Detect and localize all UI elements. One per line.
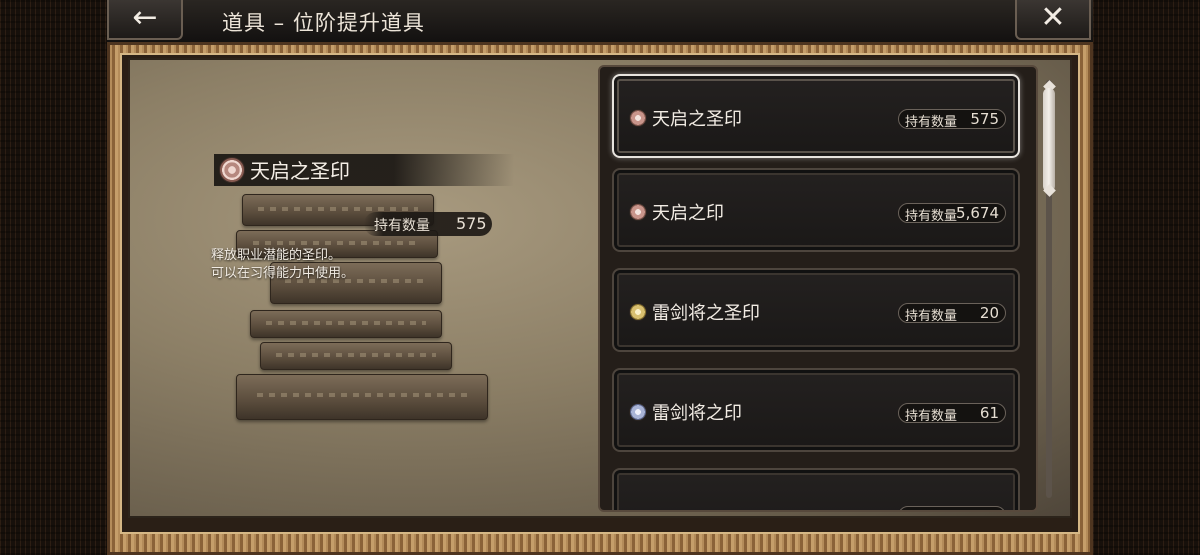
seal-icon: [629, 203, 647, 221]
list-item[interactable]: 天启之圣印 持有数量 575: [612, 74, 1020, 158]
selected-count-label: 持有数量: [374, 218, 430, 234]
count-badge: [898, 506, 1006, 510]
item-list[interactable]: 天启之圣印 持有数量 575 天启之印 持有数量 5,674 雷剑将之圣印 持有…: [598, 65, 1038, 512]
count-badge: 持有数量 575: [898, 109, 1006, 130]
count-badge: 持有数量 5,674: [898, 203, 1006, 224]
selected-item-name: 天启之圣印: [250, 159, 350, 183]
seal-icon: [629, 403, 647, 421]
list-item[interactable]: 雷剑将之圣印 持有数量 20: [612, 268, 1020, 352]
seal-icon: [629, 303, 647, 321]
seal-icon: [219, 157, 245, 183]
count-badge: 持有数量 61: [898, 403, 1006, 424]
back-button[interactable]: ←: [107, 0, 183, 40]
book-pile-illustration: [230, 150, 500, 430]
list-item[interactable]: 雷剑将之印 持有数量 61: [612, 368, 1020, 452]
page-title: 道具 – 位阶提升道具: [222, 11, 425, 35]
count-badge: 持有数量 20: [898, 303, 1006, 324]
list-item[interactable]: 天启之印 持有数量 5,674: [612, 168, 1020, 252]
item-description: 释放职业潜能的圣印。 可以在习得能力中使用。: [211, 248, 355, 281]
close-icon: ✕: [1040, 0, 1066, 35]
seal-icon: [629, 109, 647, 127]
back-arrow-icon: ←: [132, 0, 158, 35]
selected-count-value: 575: [456, 214, 487, 233]
scrollbar-thumb[interactable]: [1043, 88, 1055, 192]
list-item-partial[interactable]: [612, 468, 1020, 510]
close-button[interactable]: ✕: [1015, 0, 1091, 40]
